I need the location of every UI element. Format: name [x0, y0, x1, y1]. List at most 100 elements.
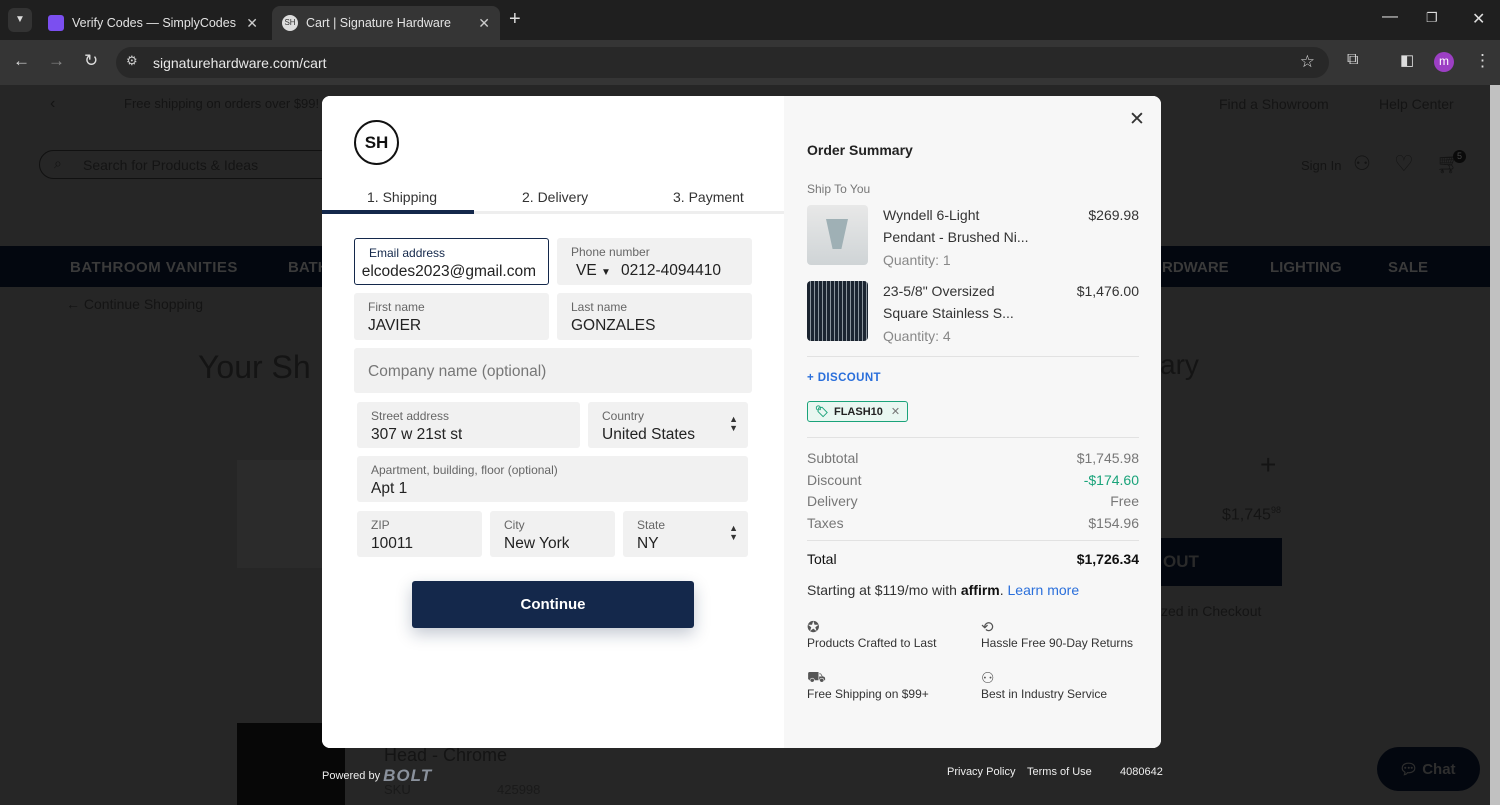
nav-hardware[interactable]: RDWARE — [1162, 259, 1229, 276]
continue-shopping-label: Continue Shopping — [83, 296, 203, 312]
street-label: Street address — [371, 409, 450, 423]
city-field[interactable]: City New York — [490, 511, 615, 557]
tab-title: Verify Codes — SimplyCodes — [72, 16, 236, 30]
chat-label: Chat — [1422, 761, 1456, 778]
nav-sale[interactable]: SALE — [1388, 259, 1428, 276]
profile-avatar[interactable]: m — [1434, 52, 1454, 72]
checkout-note: zed in Checkout — [1161, 603, 1262, 619]
wishlist-icon[interactable]: ♡ — [1394, 151, 1414, 177]
brand-logo: SH — [354, 120, 399, 165]
account-icon[interactable]: ⚇ — [1353, 151, 1371, 176]
site-info-icon[interactable]: ⚙ — [126, 53, 138, 69]
country-value: United States — [602, 426, 696, 443]
divider — [807, 356, 1139, 357]
affirm-line: Starting at $119/mo with affirm. Learn m… — [807, 582, 1080, 598]
add-icon[interactable]: + — [1260, 449, 1276, 481]
feature-service: ⚇ Best in Industry Service — [981, 669, 1107, 701]
phone-country: VE — [576, 262, 597, 279]
feature-label: Products Crafted to Last — [807, 636, 937, 650]
phone-field[interactable]: Phone number VE ▼ 0212-4094410 — [557, 238, 752, 285]
cart-count-badge: 5 — [1453, 150, 1466, 163]
step-payment[interactable]: 3. Payment — [673, 189, 744, 205]
nav-bathroom-vanities[interactable]: BATHROOM VANITIES — [70, 259, 238, 276]
minimize-button[interactable]: — — [1382, 8, 1398, 26]
item-price: $1,476.00 — [1076, 283, 1139, 299]
checkout-button[interactable]: OUT — [1161, 538, 1282, 586]
close-window-button[interactable]: ✕ — [1472, 9, 1485, 29]
tab-search-button[interactable]: ▼ — [8, 8, 32, 32]
item-price: $269.98 — [1088, 207, 1139, 223]
learn-more-link[interactable]: Learn more — [1008, 582, 1080, 598]
promo-text: Free shipping on orders over $99! — [124, 96, 320, 111]
sort-arrows-icon: ▲ ▼ — [729, 523, 738, 542]
apartment-value: Apt 1 — [371, 480, 408, 497]
row-label: Subtotal — [807, 450, 859, 466]
zip-label: ZIP — [371, 518, 390, 532]
feature-label: Hassle Free 90-Day Returns — [981, 636, 1134, 650]
email-field[interactable]: Email address elcodes2023@gmail.com — [354, 238, 549, 285]
country-select[interactable]: Country United States ▲ ▼ — [588, 402, 748, 448]
privacy-policy-link[interactable]: Privacy Policy — [947, 766, 1015, 778]
extensions-icon[interactable]: ⧉ — [1347, 51, 1358, 69]
company-field[interactable]: Company name (optional) — [354, 348, 752, 393]
close-icon[interactable]: ✕ — [1129, 108, 1145, 131]
shower-head-thumbnail — [807, 281, 868, 341]
zip-field[interactable]: ZIP 10011 — [357, 511, 482, 557]
item-title: Head - Chrome — [384, 745, 508, 765]
divider — [807, 540, 1139, 541]
bookmark-star-icon[interactable]: ☆ — [1300, 52, 1315, 72]
first-name-field[interactable]: First name JAVIER — [354, 293, 549, 340]
side-panel-icon[interactable]: ◧ — [1400, 51, 1414, 69]
summary-row-total: Total $1,726.34 — [807, 551, 1139, 567]
session-id: 4080642 — [1120, 766, 1163, 778]
state-select[interactable]: State NY ▲ ▼ — [623, 511, 748, 557]
remove-code-icon[interactable]: ✕ — [891, 405, 900, 418]
cart-total-dollars: $1,745 — [1222, 506, 1271, 524]
forward-icon[interactable]: → — [48, 51, 65, 71]
tab-cart[interactable]: SH Cart | Signature Hardware ✕ — [272, 6, 500, 40]
last-name-label: Last name — [571, 300, 628, 314]
city-value: New York — [504, 535, 570, 552]
menu-icon[interactable]: ⋮ — [1474, 51, 1491, 71]
ship-to-you-label: Ship To You — [807, 182, 871, 196]
last-name-field[interactable]: Last name GONZALES — [557, 293, 752, 340]
first-name-value: JAVIER — [368, 317, 422, 334]
step-shipping[interactable]: 1. Shipping — [367, 189, 437, 205]
close-tab-icon[interactable]: ✕ — [478, 15, 490, 32]
sign-in-link[interactable]: Sign In — [1301, 158, 1341, 173]
continue-shopping-link[interactable]: ← Continue Shopping — [66, 296, 203, 312]
city-label: City — [504, 518, 525, 532]
page-scrollbar[interactable] — [1490, 85, 1500, 805]
apartment-field[interactable]: Apartment, building, floor (optional) Ap… — [357, 456, 748, 502]
url-text: signaturehardware.com/cart — [153, 54, 327, 71]
street-field[interactable]: Street address 307 w 21st st — [357, 402, 580, 448]
step-progress-fill — [322, 210, 475, 214]
continue-button[interactable]: Continue — [412, 581, 694, 628]
site-search-input[interactable]: ⌕ Search for Products & Ideas — [39, 150, 339, 179]
discount-code-chip: 🏷︎ FLASH10 ✕ — [807, 401, 909, 422]
promo-prev-icon[interactable]: ‹ — [50, 95, 55, 113]
row-value: $154.96 — [1088, 515, 1139, 531]
item-name-line2: Square Stainless S... — [883, 305, 1014, 321]
restore-button[interactable]: ❐ — [1426, 10, 1438, 26]
add-discount-link[interactable]: + DISCOUNT — [807, 372, 881, 384]
award-icon: ✪ — [807, 619, 820, 636]
url-input[interactable]: ⚙ signaturehardware.com/cart ☆ — [116, 47, 1329, 78]
reload-icon[interactable]: ↻ — [84, 51, 98, 71]
nav-lighting[interactable]: LIGHTING — [1270, 259, 1342, 276]
state-value: NY — [637, 535, 659, 552]
divider — [807, 437, 1139, 438]
phone-country-select[interactable]: VE ▼ — [576, 262, 611, 280]
back-icon[interactable]: ← — [13, 51, 30, 71]
help-center-link[interactable]: Help Center — [1379, 96, 1454, 112]
chat-button[interactable]: 💬︎ Chat — [1377, 747, 1480, 791]
step-delivery[interactable]: 2. Delivery — [522, 189, 588, 205]
find-showroom-link[interactable]: Find a Showroom — [1219, 96, 1329, 112]
close-tab-icon[interactable]: ✕ — [246, 15, 258, 32]
checkout-form-panel: SH 1. Shipping 2. Delivery 3. Payment Em… — [322, 96, 784, 748]
tab-verify-codes[interactable]: Verify Codes — SimplyCodes ✕ — [38, 6, 268, 40]
terms-link[interactable]: Terms of Use — [1027, 766, 1092, 778]
new-tab-button[interactable]: + — [509, 8, 521, 31]
signature-favicon: SH — [282, 15, 298, 31]
total-value: $1,726.34 — [1076, 551, 1139, 567]
